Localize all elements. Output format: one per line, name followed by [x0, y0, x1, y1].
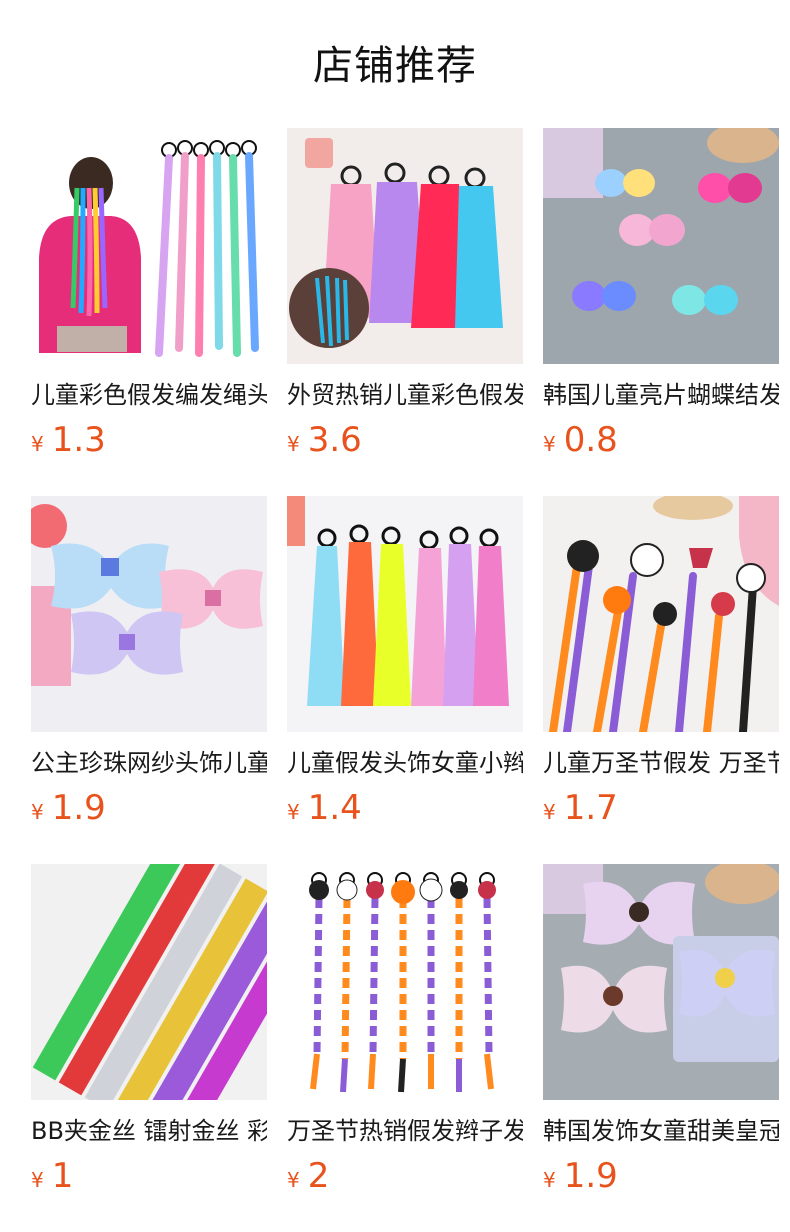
product-name[interactable]: 万圣节热销假发辫子发绳: [287, 1114, 523, 1148]
product-price: ¥1.9: [543, 1152, 779, 1200]
product-image[interactable]: [31, 496, 267, 732]
product-name[interactable]: BB夹金丝 镭射金丝 彩色发片: [31, 1114, 267, 1148]
price-amount: 1: [51, 1156, 74, 1196]
product-name[interactable]: 韩国发饰女童甜美皇冠发夹: [543, 1114, 779, 1148]
currency-symbol: ¥: [543, 800, 556, 824]
price-amount: 1.7: [563, 788, 618, 828]
product-image[interactable]: [31, 864, 267, 1100]
product-name[interactable]: 儿童假发头饰女童小辫子: [287, 746, 523, 780]
currency-symbol: ¥: [287, 432, 300, 456]
product-image[interactable]: [31, 128, 267, 364]
product-name[interactable]: 儿童万圣节假发 万圣节发夹: [543, 746, 779, 780]
currency-symbol: ¥: [543, 432, 556, 456]
page-title: 店铺推荐: [313, 43, 477, 89]
product-image[interactable]: [543, 496, 779, 732]
product-name[interactable]: 外贸热销儿童彩色假发辫子: [287, 378, 523, 412]
price-amount: 1.9: [563, 1156, 618, 1196]
product-price: ¥1.3: [31, 416, 267, 464]
product-image[interactable]: [543, 864, 779, 1100]
product-card[interactable]: 韩国发饰女童甜美皇冠发夹 ¥1.9: [543, 864, 779, 1204]
currency-symbol: ¥: [543, 1168, 556, 1192]
product-card[interactable]: 万圣节热销假发辫子发绳 ¥2: [287, 864, 523, 1204]
product-card[interactable]: 儿童彩色假发编发绳头绳 ¥1.3: [31, 128, 267, 468]
product-price: ¥1.4: [287, 784, 523, 832]
price-amount: 1.3: [51, 420, 106, 460]
currency-symbol: ¥: [31, 800, 44, 824]
product-card[interactable]: 公主珍珠网纱头饰儿童发夹 ¥1.9: [31, 496, 267, 836]
currency-symbol: ¥: [31, 1168, 44, 1192]
product-card[interactable]: 儿童万圣节假发 万圣节发夹 ¥1.7: [543, 496, 779, 836]
product-name[interactable]: 公主珍珠网纱头饰儿童发夹: [31, 746, 267, 780]
product-card[interactable]: 儿童假发头饰女童小辫子 ¥1.4: [287, 496, 523, 836]
product-price: ¥1.9: [31, 784, 267, 832]
product-price: ¥1.7: [543, 784, 779, 832]
product-price: ¥3.6: [287, 416, 523, 464]
product-image[interactable]: [543, 128, 779, 364]
product-image[interactable]: [287, 496, 523, 732]
product-price: ¥1: [31, 1152, 267, 1200]
currency-symbol: ¥: [287, 1168, 300, 1192]
product-card[interactable]: 外贸热销儿童彩色假发辫子 ¥3.6: [287, 128, 523, 468]
product-image[interactable]: [287, 864, 523, 1100]
price-amount: 1.9: [51, 788, 106, 828]
product-image[interactable]: [287, 128, 523, 364]
product-name[interactable]: 韩国儿童亮片蝴蝶结发夹: [543, 378, 779, 412]
product-price: ¥0.8: [543, 416, 779, 464]
price-amount: 1.4: [307, 788, 362, 828]
price-amount: 2: [307, 1156, 330, 1196]
product-card[interactable]: 韩国儿童亮片蝴蝶结发夹 ¥0.8: [543, 128, 779, 468]
product-name[interactable]: 儿童彩色假发编发绳头绳: [31, 378, 267, 412]
product-card[interactable]: BB夹金丝 镭射金丝 彩色发片 ¥1: [31, 864, 267, 1204]
price-amount: 3.6: [307, 420, 362, 460]
product-price: ¥2: [287, 1152, 523, 1200]
currency-symbol: ¥: [287, 800, 300, 824]
currency-symbol: ¥: [31, 432, 44, 456]
price-amount: 0.8: [563, 420, 618, 460]
